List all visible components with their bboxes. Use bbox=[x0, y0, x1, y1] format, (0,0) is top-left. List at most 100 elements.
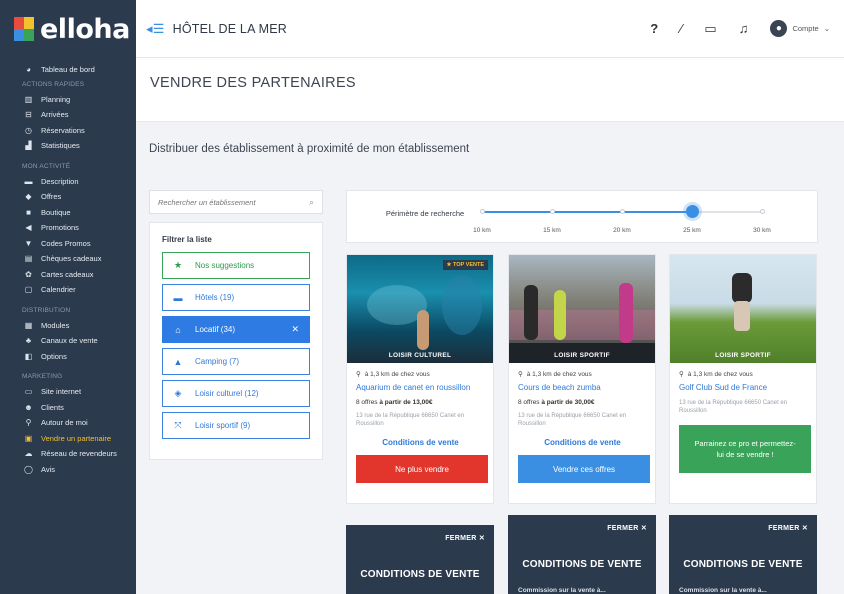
distance: ⚲ à 1,3 km de chez vous bbox=[518, 370, 592, 379]
address: 13 rue de la République 66650 Canet en R… bbox=[356, 413, 465, 427]
tick-label: 15 km bbox=[543, 227, 561, 234]
sidebar-item-sell-partner[interactable]: ▣ Vendre un partenaire bbox=[0, 431, 136, 447]
network-icon: ☁ bbox=[24, 449, 33, 459]
stats-icon: ▟ bbox=[25, 141, 32, 151]
bell-icon[interactable]: ♫ bbox=[739, 21, 749, 36]
search-input[interactable] bbox=[158, 197, 298, 207]
chevron-down-icon: ⌄ bbox=[823, 24, 830, 33]
sidebar-item-modules[interactable]: ▦ Modules bbox=[0, 318, 136, 334]
search-icon[interactable]: ⌕ bbox=[309, 197, 314, 208]
sidebar-item-gift-checks[interactable]: ▤ Chèques cadeaux bbox=[0, 251, 136, 267]
sidebar-item-calendar[interactable]: ▢ Calendrier bbox=[0, 282, 136, 298]
options-icon: ◧ bbox=[24, 351, 33, 361]
conditions-subtext: Commission sur la vente à... bbox=[518, 587, 606, 594]
partner-name-link[interactable]: Aquarium de canet en roussillon bbox=[356, 383, 485, 393]
offers-count: 8 offres à partir de 13,00€ bbox=[356, 399, 433, 406]
filter-sport-button[interactable]: ⤧ Loisir sportif (9) bbox=[162, 412, 310, 439]
tick-label: 10 km bbox=[473, 227, 491, 234]
account-menu[interactable]: ● Compte ⌄ bbox=[770, 20, 830, 37]
arrivals-icon: ⊟ bbox=[25, 110, 32, 120]
laptop-icon: ▭ bbox=[24, 387, 33, 397]
logo-mark-icon bbox=[14, 17, 34, 41]
slider-handle[interactable] bbox=[686, 205, 699, 218]
close-conditions-button[interactable]: FERMER ✕ bbox=[607, 524, 647, 532]
sidebar-item-dashboard[interactable]: ◕ Tableau de bord bbox=[0, 62, 136, 78]
filter-title: Filtrer la liste bbox=[162, 235, 212, 244]
conditions-link[interactable]: Conditions de vente bbox=[518, 438, 647, 447]
ticket-icon: ▤ bbox=[24, 254, 33, 264]
topbar: ◂☰ HÔTEL DE LA MER ? ⁄ ▭ ♫ ● Compte ⌄ bbox=[136, 0, 844, 58]
close-icon[interactable]: ✕ bbox=[291, 324, 299, 335]
slider-tick[interactable] bbox=[550, 209, 555, 214]
sell-offers-button[interactable]: Vendre ces offres bbox=[518, 455, 650, 483]
sidebar-item-sales-channels[interactable]: ♣ Canaux de vente bbox=[0, 333, 136, 349]
sidebar-item-shop[interactable]: ■ Boutique bbox=[0, 205, 136, 221]
help-icon[interactable]: ? bbox=[650, 21, 658, 36]
filter-rental-button[interactable]: ⌂ Locatif (34) ✕ bbox=[162, 316, 310, 343]
conditions-title: CONDITIONS DE VENTE bbox=[683, 559, 803, 570]
sidebar-item-reviews[interactable]: ◯ Avis bbox=[0, 462, 136, 478]
sidebar-item-planning[interactable]: ▥ Planning bbox=[0, 92, 136, 108]
conditions-subtext: Commission sur la vente à... bbox=[679, 587, 767, 594]
slider-tick[interactable] bbox=[480, 209, 485, 214]
map-pin-icon: ⚲ bbox=[679, 371, 684, 378]
sidebar-item-reservations[interactable]: ◷ Réservations bbox=[0, 123, 136, 139]
slider-tick[interactable] bbox=[760, 209, 765, 214]
cart-icon: ▼ bbox=[24, 238, 33, 248]
sidebar-item-promotions[interactable]: ◀ Promotions bbox=[0, 220, 136, 236]
magic-wand-icon[interactable]: ⁄ bbox=[680, 21, 682, 36]
partner-image[interactable]: LOISIR SPORTIF bbox=[509, 255, 655, 363]
partner-name-link[interactable]: Cours de beach zumba bbox=[518, 383, 647, 393]
filter-camping-button[interactable]: ▲ Camping (7) bbox=[162, 348, 310, 375]
page-subtitle: Distribuer des établissement à proximité… bbox=[149, 143, 470, 155]
sidebar-item-clients[interactable]: ☻ Clients bbox=[0, 400, 136, 416]
sponsor-button[interactable]: Parrainez ce pro et permettez-lui de se … bbox=[679, 425, 811, 473]
partner-card: LOISIR SPORTIF ⚲ à 1,3 km de chez vous Co… bbox=[508, 254, 656, 504]
filter-hotels-button[interactable]: ▬ Hôtels (19) bbox=[162, 284, 310, 311]
sidebar-item-promo-codes[interactable]: ▼ Codes Promos bbox=[0, 236, 136, 252]
sidebar-item-statistics[interactable]: ▟ Statistiques bbox=[0, 138, 136, 154]
modules-icon: ▦ bbox=[24, 320, 33, 330]
sidebar-item-description[interactable]: ▬ Description bbox=[0, 174, 136, 190]
sidebar-item-arrivals[interactable]: ⊟ Arrivées bbox=[0, 107, 136, 123]
conditions-panel: FERMER ✕ CONDITIONS DE VENTE Commission … bbox=[508, 515, 656, 594]
sidebar-item-reseller-network[interactable]: ☁ Réseau de revendeurs bbox=[0, 446, 136, 462]
sidebar-item-options[interactable]: ◧ Options bbox=[0, 349, 136, 365]
menu-icon[interactable]: ◂☰ bbox=[146, 21, 165, 37]
tick-label: 20 km bbox=[613, 227, 631, 234]
sidebar-section-title: DISTRIBUTION bbox=[22, 306, 71, 314]
filter-suggestions-button[interactable]: ★ Nos suggestions bbox=[162, 252, 310, 279]
calendar-icon: ▢ bbox=[24, 285, 33, 295]
conditions-link[interactable]: Conditions de vente bbox=[356, 438, 485, 447]
close-conditions-button[interactable]: FERMER ✕ bbox=[768, 524, 808, 532]
monitor-icon[interactable]: ▭ bbox=[704, 21, 716, 37]
logo[interactable]: elloha bbox=[0, 0, 136, 58]
sidebar-item-around-me[interactable]: ⚲ Autour de moi bbox=[0, 415, 136, 431]
distance: ⚲ à 1,3 km de chez vous bbox=[356, 370, 430, 379]
cultural-icon: ◈ bbox=[174, 388, 182, 398]
sitemap-icon: ♣ bbox=[25, 336, 32, 346]
stop-selling-button[interactable]: Ne plus vendre bbox=[356, 455, 488, 483]
map-pin-icon: ⚲ bbox=[518, 371, 523, 378]
sidebar-item-gift-cards[interactable]: ✿ Cartes cadeaux bbox=[0, 267, 136, 283]
close-conditions-button[interactable]: FERMER ✕ bbox=[445, 534, 485, 542]
sidebar-item-website[interactable]: ▭ Site internet bbox=[0, 384, 136, 400]
address: 13 rue de la République 66650 Canet en R… bbox=[679, 400, 788, 414]
filter-cultural-button[interactable]: ◈ Loisir culturel (12) bbox=[162, 380, 310, 407]
dashboard-icon: ◕ bbox=[26, 65, 31, 75]
chart-icon: ▥ bbox=[24, 94, 33, 104]
house-icon: ⌂ bbox=[175, 324, 181, 335]
slider-tick[interactable] bbox=[620, 209, 625, 214]
sidebar-section-title: MARKETING bbox=[22, 373, 63, 380]
partner-name-link[interactable]: Golf Club Sud de France bbox=[679, 383, 808, 393]
partner-image[interactable]: LOISIR SPORTIF bbox=[670, 255, 816, 363]
sidebar-item-offers[interactable]: ◆ Offres bbox=[0, 189, 136, 205]
page-header: VENDRE DES PARTENAIRES bbox=[136, 58, 844, 122]
partner-card: ★ TOP VENTE LOISIR CULTUREL ⚲ à 1,3 km de… bbox=[346, 254, 494, 504]
tick-label: 30 km bbox=[753, 227, 771, 234]
address: 13 rue de la République 66650 Canet en R… bbox=[518, 413, 627, 427]
hotel-selector[interactable]: ◂☰ HÔTEL DE LA MER bbox=[146, 21, 287, 37]
map-pin-icon: ⚲ bbox=[356, 371, 361, 378]
partner-image[interactable]: ★ TOP VENTE LOISIR CULTUREL bbox=[347, 255, 493, 363]
slider-fill bbox=[482, 211, 692, 213]
